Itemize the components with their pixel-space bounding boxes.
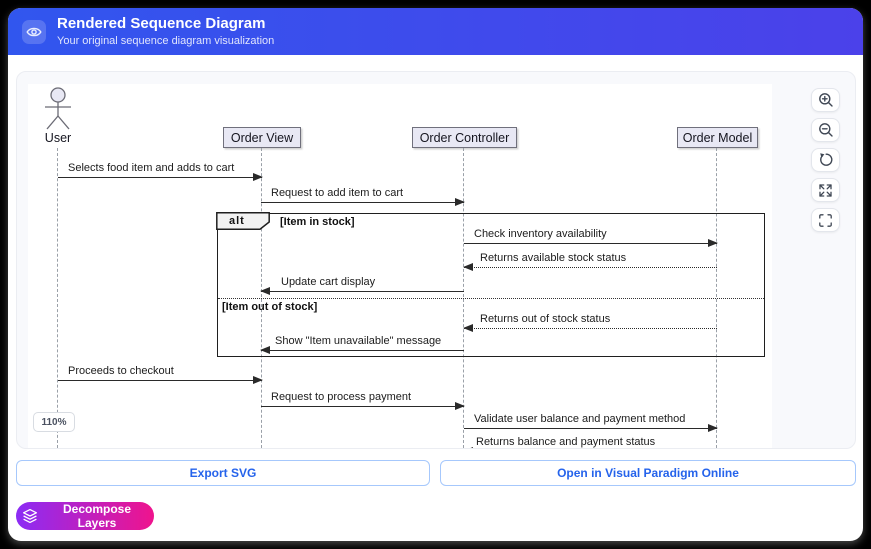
layers-icon [22,508,38,524]
zoom-in-icon [818,92,834,108]
decompose-layers-label: Decompose Layers [46,502,148,530]
fragment-guard-1: [Item in stock] [280,216,355,228]
participant-order-view: Order View [223,127,301,148]
diagram-canvas[interactable]: User Order View Order Controller Order M… [28,84,772,448]
participant-user: User [36,131,80,145]
fragment-guard-2: [Item out of stock] [222,301,317,313]
message-9: Request to process payment [261,390,464,407]
lifeline-user [57,148,58,448]
zoom-in-button[interactable] [811,88,840,112]
fit-to-screen-button[interactable] [811,208,840,232]
reset-icon [818,152,834,168]
message-11: Returns balance and payment status [464,435,717,448]
participant-order-controller: Order Controller [412,127,517,148]
zoom-out-button[interactable] [811,118,840,142]
message-6: Returns out of stock status [464,312,717,329]
decompose-layers-button[interactable]: Decompose Layers [16,502,154,530]
app-window: Rendered Sequence Diagram Your original … [8,8,863,541]
message-1: Selects food item and adds to cart [58,161,262,178]
participant-order-model: Order Model [677,127,758,148]
zoom-level-badge: 110% [33,412,75,432]
message-3: Check inventory availability [464,227,717,244]
page-title: Rendered Sequence Diagram [57,15,274,32]
fit-to-screen-icon [818,213,833,228]
fragment-operator: alt [229,215,245,227]
message-2: Request to add item to cart [261,186,464,203]
export-svg-button[interactable]: Export SVG [16,460,430,486]
page-subtitle: Your original sequence diagram visualiza… [57,34,274,48]
message-4: Returns available stock status [464,251,717,268]
open-visual-paradigm-button[interactable]: Open in Visual Paradigm Online [440,460,856,486]
message-10: Validate user balance and payment method [464,412,717,429]
reset-view-button[interactable] [811,148,840,172]
expand-button[interactable] [811,178,840,202]
zoom-out-icon [818,122,834,138]
message-7: Show "Item unavailable" message [261,334,464,351]
fragment-divider [218,298,764,299]
expand-icon [818,183,833,198]
message-5: Update cart display [261,275,464,292]
message-8: Proceeds to checkout [58,364,262,381]
header: Rendered Sequence Diagram Your original … [8,8,863,55]
eye-icon [22,20,46,44]
header-text: Rendered Sequence Diagram Your original … [57,15,274,48]
actor-icon [43,87,73,131]
